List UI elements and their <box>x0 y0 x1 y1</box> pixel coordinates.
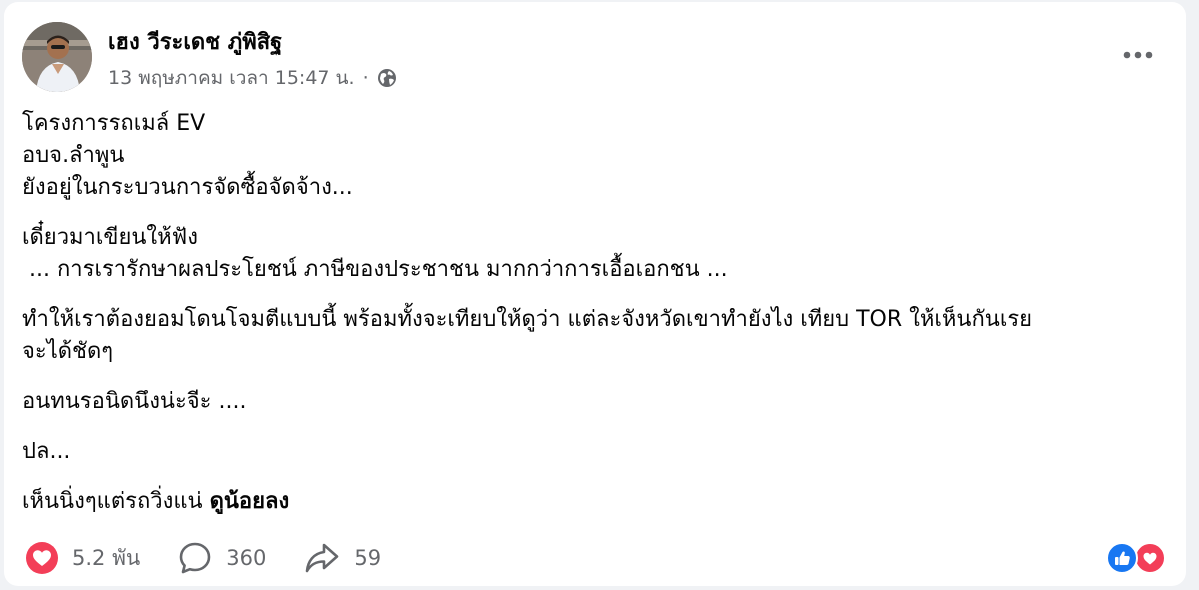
share-icon <box>306 543 339 573</box>
post-timestamp[interactable]: 13 พฤษภาคม เวลา 15:47 น. <box>108 63 355 93</box>
post-line: เห็นนิ่งๆแต่รถวิ่งแน่ <box>22 489 210 514</box>
reactions-stat[interactable]: 5.2 พัน <box>26 542 140 575</box>
post-text: โครงการรถเมล์ EV อบจ.ลำพูน ยังอยู่ในกระบ… <box>22 108 1172 518</box>
comments-count: 360 <box>226 546 267 570</box>
thumbs-up-icon <box>1115 551 1130 565</box>
heart-icon <box>1143 552 1157 565</box>
post-footer: 5.2 พัน 360 59 <box>26 538 419 578</box>
comments-stat[interactable]: 360 <box>178 541 266 575</box>
meta-separator: · <box>362 67 369 89</box>
author-name[interactable]: เฮง วีระเดช ภู่พิสิฐ <box>108 28 282 58</box>
post-card: เฮง วีระเดช ภู่พิสิฐ 13 พฤษภาคม เวลา 15:… <box>4 2 1186 586</box>
post-line: เดี๋ยวมาเขียนให้ฟัง <box>22 225 198 250</box>
avatar-photo <box>22 22 92 92</box>
post-line: อนทนรอนิดนึงน่ะจีะ .... <box>22 389 247 414</box>
post-line: ... การเรารักษาผลประโยชน์ ภาษีของประชาชน… <box>22 257 728 282</box>
more-options-icon <box>1123 51 1153 59</box>
post-line: ยังอยู่ในกระบวนการจัดซื้อจัดจ้าง... <box>22 175 353 200</box>
post-line: จะได้ชัดๆ <box>22 339 114 364</box>
post-line: ทำให้เราต้องยอมโดนโจมตีแบบนี้ พร้อมทั้งจ… <box>22 307 1033 332</box>
comment-icon <box>179 542 211 574</box>
globe-icon <box>377 69 396 87</box>
shares-count: 59 <box>354 546 382 570</box>
avatar[interactable] <box>22 22 92 92</box>
post-last-line: เห็นนิ่งๆแต่รถวิ่งแน่ ดูน้อยลง <box>22 486 1172 518</box>
see-less-link[interactable]: ดูน้อยลง <box>210 489 290 514</box>
shares-stat[interactable]: 59 <box>304 542 381 574</box>
heart-reaction-icon <box>26 542 58 574</box>
reaction-summary[interactable] <box>1106 540 1168 576</box>
post-line: อบจ.ลำพูน <box>22 143 125 168</box>
more-options-button[interactable] <box>1120 44 1156 66</box>
reactions-count: 5.2 พัน <box>72 545 141 570</box>
love-reaction-icon <box>1134 542 1166 574</box>
post-line: ปล... <box>22 439 71 464</box>
post-line: โครงการรถเมล์ EV <box>22 111 206 136</box>
like-reaction-icon <box>1106 542 1138 574</box>
post-meta: 13 พฤษภาคม เวลา 15:47 น. · <box>108 64 397 92</box>
